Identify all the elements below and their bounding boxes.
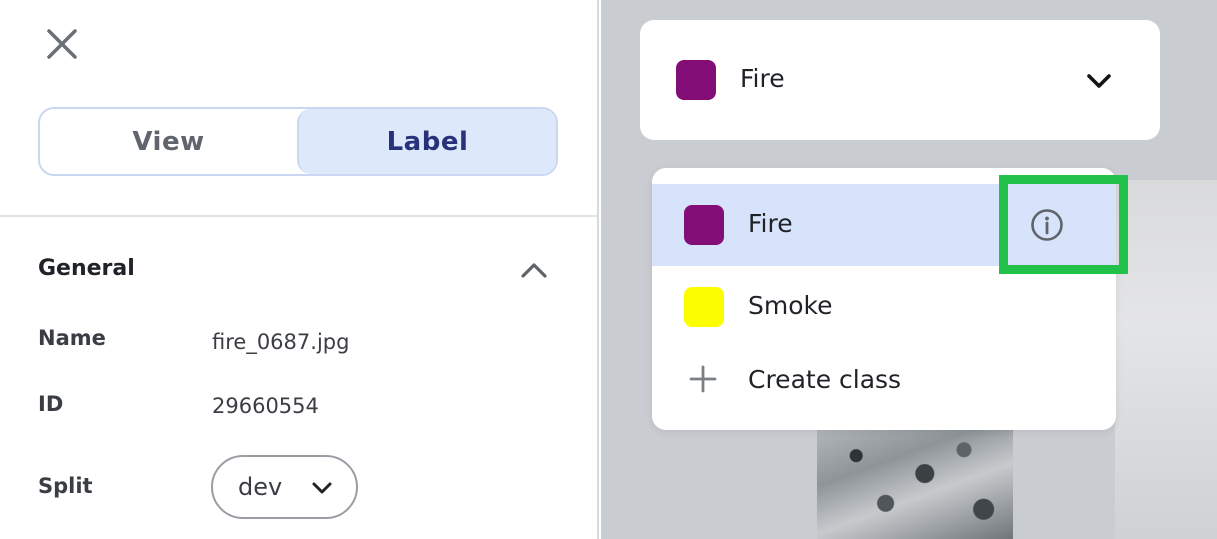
dropdown-item-smoke[interactable]: Smoke <box>652 266 1116 348</box>
tab-view[interactable]: View <box>40 109 297 174</box>
class-info-button[interactable] <box>1030 208 1064 242</box>
dropdown-item-fire[interactable]: Fire <box>652 184 1116 266</box>
class-dropdown-menu: Fire Smoke Create class <box>652 168 1116 430</box>
close-button[interactable] <box>42 24 82 64</box>
image-region <box>1115 180 1217 539</box>
class-select[interactable]: Fire <box>640 20 1160 140</box>
chevron-down-icon <box>1087 74 1111 88</box>
collapse-general-button[interactable] <box>518 256 550 284</box>
name-value: fire_0687.jpg <box>212 330 350 354</box>
dropdown-item-label: Smoke <box>748 291 833 320</box>
smoke-color-swatch <box>684 287 724 327</box>
chevron-up-icon <box>521 263 547 278</box>
tab-label[interactable]: Label <box>297 109 556 174</box>
dropdown-item-label: Fire <box>748 209 793 238</box>
plus-icon <box>689 365 717 393</box>
split-value: dev <box>238 473 283 501</box>
create-class-label: Create class <box>748 365 902 394</box>
name-label: Name <box>38 326 106 350</box>
split-label: Split <box>38 474 93 498</box>
split-select[interactable]: dev <box>211 455 358 519</box>
info-icon <box>1031 209 1063 241</box>
mode-toggle: View Label <box>38 107 558 176</box>
image-preview <box>817 420 1013 539</box>
id-value: 29660554 <box>212 394 319 418</box>
class-color-swatch <box>676 60 716 100</box>
app-root: View Label General Name fire_0687.jpg ID… <box>0 0 1217 539</box>
details-panel: View Label General Name fire_0687.jpg ID… <box>0 0 599 539</box>
chevron-down-icon <box>312 482 332 494</box>
id-label: ID <box>38 392 64 416</box>
class-select-value: Fire <box>740 64 785 93</box>
fire-color-swatch <box>684 205 724 245</box>
close-icon <box>47 29 77 59</box>
canvas-area: Fire Fire Smoke Create class <box>601 0 1217 539</box>
create-class-item[interactable]: Create class <box>652 340 1116 422</box>
section-title-general: General <box>38 256 135 281</box>
section-divider <box>0 215 597 217</box>
